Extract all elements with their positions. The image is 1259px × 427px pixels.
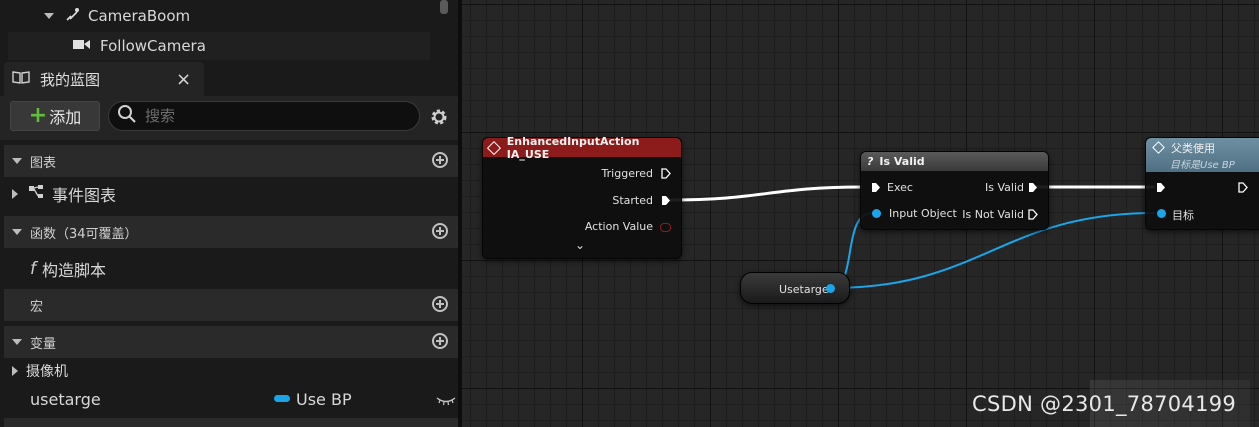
graph-canvas[interactable]: EnhancedInputAction IA_USE Triggered Sta… [462,0,1259,427]
camera-icon [72,37,92,55]
search-input[interactable] [143,106,407,126]
isvalid-node[interactable]: ? Is Valid Exec Input Object Is Valid Is… [860,151,1049,230]
exec-out-pin-icon[interactable] [1028,209,1038,220]
list-item-event-graph[interactable]: 事件图表 [4,177,458,211]
question-icon: ? [867,155,874,168]
tree-item-followcamera[interactable]: FollowCamera [8,32,430,60]
exec-wire [669,185,863,202]
function-diamond-icon [1152,141,1165,154]
tree-item-label: CameraBoom [88,7,191,25]
section-title: 函数（34可覆盖） [30,226,138,242]
list-item-label: 构造脚本 [42,261,107,280]
node-header: ? Is Valid [861,152,1048,171]
object-pin-icon[interactable] [1157,209,1166,218]
exec-out-pin-icon[interactable] [1238,182,1248,193]
pin-label: 目标 [1172,209,1194,222]
tab-my-blueprint[interactable]: 我的蓝图 × [4,62,204,96]
exec-in-pin-icon[interactable] [871,182,881,193]
list-item-label: 事件图表 [52,186,117,205]
add-graph-icon[interactable] [432,152,448,168]
collapse-arrow-icon[interactable] [12,229,22,235]
exec-out-pin-icon[interactable] [661,195,671,206]
pin-label: Action Value [584,220,653,233]
chevron-down-icon[interactable]: ⌄ [575,238,585,252]
search-icon [117,104,137,128]
variable-name: usetarge [30,389,101,409]
variable-node-label: Usetarge [779,283,829,296]
section-title: 宏 [30,299,44,315]
add-macro-icon[interactable] [432,296,448,312]
pin-label: Is Not Valid [962,208,1024,221]
event-diamond-icon [486,140,501,155]
watermark-text: CSDN @2301_78704199 [972,392,1237,416]
expand-arrow-icon[interactable] [44,13,54,19]
add-function-icon[interactable] [432,223,448,239]
struct-pin-icon[interactable] [660,223,671,232]
section-graphs[interactable]: 图表 [4,145,458,177]
pin-label: Started [612,194,653,207]
section-functions[interactable]: 函数（34可覆盖） [4,216,458,248]
event-graph-icon [28,184,46,204]
variable-category[interactable]: 摄像机 [4,358,458,384]
exec-in-pin-icon[interactable] [1156,182,1166,193]
expand-arrow-icon[interactable] [12,189,18,199]
node-title: 父类使用 [1171,141,1215,155]
exec-out-pin-icon[interactable] [1028,182,1038,193]
variable-type-pill-icon [274,395,290,402]
list-item-construction-script[interactable]: f 构造脚本 [4,252,458,286]
spring-arm-icon [64,6,80,26]
pin-label: Triggered [601,167,653,180]
section-bar-partial [4,418,458,427]
left-panel: CameraBoom FollowCamera 我的蓝图 × + 添加 搜索 图… [0,0,462,427]
section-macros[interactable]: 宏 [4,289,458,321]
plus-icon: + [28,103,48,128]
pin-label: Input Object [889,207,957,220]
category-label: 摄像机 [26,364,68,380]
book-icon [12,70,32,88]
add-button-label: 添加 [49,108,82,127]
object-pin-icon[interactable] [826,284,835,293]
node-header: EnhancedInputAction IA_USE [483,135,681,161]
node-title: Is Valid [879,155,925,168]
event-node[interactable]: EnhancedInputAction IA_USE Triggered Sta… [482,135,682,259]
close-icon[interactable]: × [176,69,191,90]
section-title: 图表 [30,155,57,171]
scrollbar-thumb[interactable] [440,0,448,14]
variable-get-node[interactable]: Usetarge [740,272,850,304]
node-title: EnhancedInputAction IA_USE [506,134,640,161]
parent-call-node[interactable]: 父类使用 目标是Use BP 目标 [1145,137,1259,230]
function-icon: f [30,259,36,279]
add-variable-icon[interactable] [432,333,448,349]
variable-row[interactable]: usetarge Use BP [4,384,458,414]
variable-type[interactable]: Use BP [296,390,352,409]
node-header: 父类使用 目标是Use BP [1146,138,1259,172]
search-box[interactable] [108,101,420,131]
exec-out-pin-icon[interactable] [661,168,671,179]
tab-title: 我的蓝图 [40,70,101,89]
settings-gear-icon[interactable] [428,106,450,132]
panel-toolbar: + 添加 [0,96,458,140]
pin-label: Exec [887,181,913,194]
visibility-eye-icon[interactable] [436,392,456,411]
collapse-arrow-icon[interactable] [12,158,22,164]
tree-item-cameraboom[interactable]: CameraBoom [8,2,430,30]
section-title: 变量 [30,336,57,352]
node-subtitle: 目标是Use BP [1170,159,1235,171]
tree-item-label: FollowCamera [100,37,206,55]
pin-label: Is Valid [985,181,1024,194]
expand-arrow-icon[interactable] [12,366,18,376]
object-pin-icon[interactable] [872,209,881,218]
collapse-arrow-icon[interactable] [12,339,22,345]
section-variables[interactable]: 变量 [4,326,458,358]
add-button[interactable]: + 添加 [10,101,100,131]
